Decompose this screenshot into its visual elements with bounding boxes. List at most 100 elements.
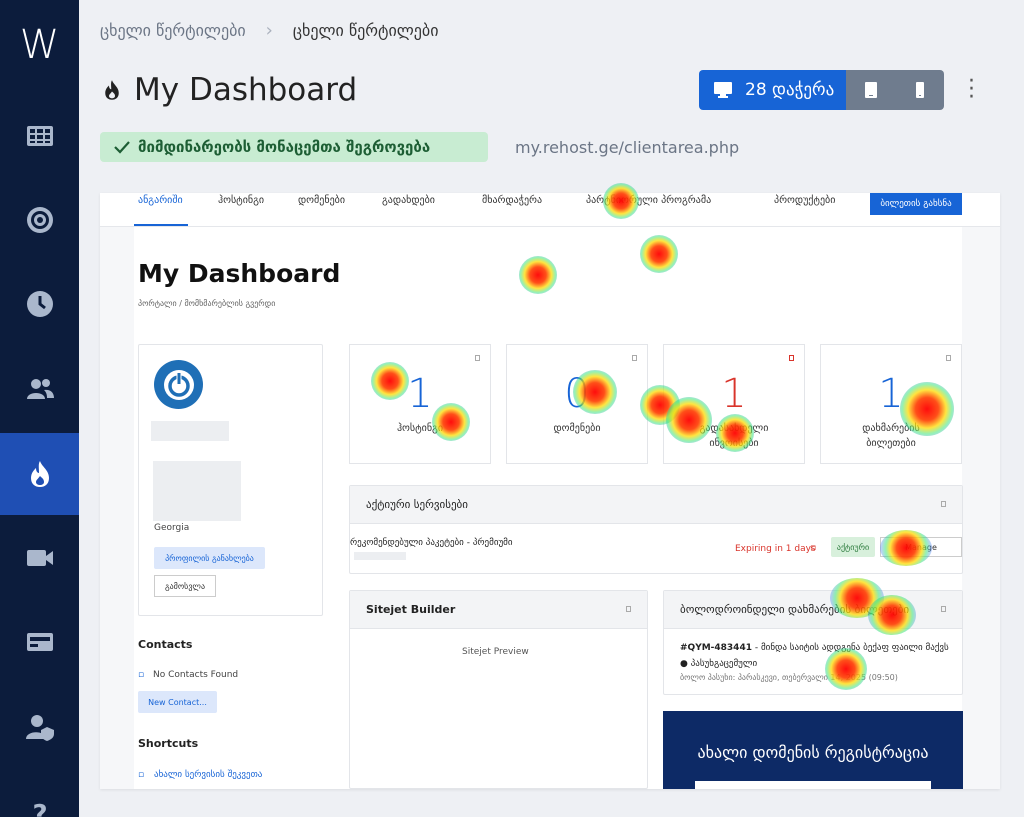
- panel-header: Sitejet Builder: [350, 591, 647, 629]
- expiring-text: Expiring in 1 days: [735, 544, 816, 554]
- profile-card: Georgia პროფილის განახლება გამოსვლა: [138, 344, 323, 616]
- ticket-row[interactable]: #QYM-483441 - მინდა საიტის ადდგენა ბექაფ…: [680, 643, 949, 653]
- user-shield-icon[interactable]: [0, 686, 79, 768]
- active-tab-indicator: [134, 224, 188, 226]
- card-icon[interactable]: [0, 601, 79, 683]
- preview-nav-hosting[interactable]: ჰოსტინგი: [218, 195, 264, 206]
- mobile-device-button[interactable]: [895, 70, 944, 110]
- stat-label: დახმარების ბილეთები: [862, 423, 920, 449]
- preview-nav-affiliate[interactable]: პარტნიორული პროგრამა: [586, 195, 711, 206]
- panel-header: აქტიური სერვისები: [350, 486, 962, 524]
- stat-value: 1: [721, 371, 747, 417]
- sitejet-panel: Sitejet Builder Sitejet Preview: [349, 590, 648, 789]
- shortcuts-title: Shortcuts: [138, 737, 199, 750]
- monitor-icon: [714, 82, 732, 98]
- stat-label: დომენები: [553, 423, 601, 434]
- preview-title: My Dashboard: [138, 259, 341, 288]
- breadcrumb: ცხელი წერტილები › ცხელი წერტილები: [100, 20, 438, 41]
- ticket-last-reply: ბოლო პასუხი: პარასკევი, თებერვალი 14, 20…: [680, 673, 898, 682]
- cart-icon: ▫: [138, 770, 145, 780]
- cube-icon: [941, 501, 946, 507]
- svg-text:?: ?: [32, 800, 47, 817]
- preview-nav-domains[interactable]: დომენები: [298, 195, 345, 206]
- sitejet-preview-image[interactable]: Sitejet Preview: [462, 647, 529, 657]
- power-icon: [154, 360, 203, 409]
- page-title-text: My Dashboard: [134, 72, 358, 108]
- stat-label: გადასახდელი ინვოისები: [699, 423, 769, 449]
- comments-icon: [941, 606, 946, 612]
- invoice-icon: [789, 355, 794, 361]
- status-text: მიმდინარეობს მონაცემთა შეგროვება: [138, 138, 431, 156]
- stat-value: 1: [878, 371, 904, 417]
- box-icon: [475, 355, 480, 361]
- recent-tickets-panel: ბოლოდროინდელი დახმარების ბილეთები #QYM-4…: [663, 590, 963, 695]
- sitejet-title: Sitejet Builder: [366, 603, 456, 616]
- preview-nav-payments[interactable]: გადახდები: [382, 195, 435, 206]
- grid-icon[interactable]: [0, 95, 79, 177]
- update-profile-button[interactable]: პროფილის განახლება: [154, 547, 265, 569]
- panel-header: ბოლოდროინდელი დახმარების ბილეთები: [664, 591, 962, 629]
- order-service-link[interactable]: ახალი სერვისის შეკვეთა: [154, 770, 262, 780]
- new-contact-button[interactable]: New Contact...: [138, 691, 217, 713]
- blurred-name: [151, 421, 229, 441]
- clock-icon[interactable]: [0, 263, 79, 345]
- domain-register-panel: ახალი დომენის რეგისტრაცია: [663, 711, 963, 789]
- stat-card-domains[interactable]: 0 დომენები: [506, 344, 648, 464]
- stat-value: 1: [407, 371, 433, 417]
- ticket-status: პასუხგაცემული: [690, 659, 758, 669]
- logout-button[interactable]: გამოსვლა: [154, 575, 216, 597]
- blurred-domain: [354, 552, 406, 560]
- no-contacts-text: No Contacts Found: [153, 670, 239, 680]
- tablet-icon: [864, 82, 877, 98]
- breadcrumb-current: ცხელი წერტილები: [292, 21, 439, 40]
- video-icon[interactable]: [0, 517, 79, 599]
- help-icon[interactable]: ?: [0, 770, 79, 817]
- desktop-device-button[interactable]: 28 დაჭერა: [699, 70, 846, 110]
- breadcrumb-parent[interactable]: ცხელი წერტილები: [100, 21, 246, 40]
- stat-card-invoices[interactable]: 1 გადასახდელი ინვოისები: [663, 344, 805, 464]
- active-services-title: აქტიური სერვისები: [366, 498, 468, 511]
- stat-card-tickets[interactable]: 1 დახმარების ბილეთები: [820, 344, 962, 464]
- stat-value: 0: [564, 371, 590, 417]
- device-switcher: 28 დაჭერა: [699, 70, 944, 110]
- profile-country: Georgia: [154, 523, 190, 533]
- manage-button[interactable]: Manage: [880, 537, 962, 557]
- flame-icon: [105, 80, 119, 100]
- click-count: 28 დაჭერა: [745, 80, 835, 100]
- service-name[interactable]: რეკომენდებული პაკეტები - პრემიუმი: [350, 538, 513, 548]
- ticket-status-row: ● პასუხგაცემული: [680, 659, 758, 669]
- target-icon[interactable]: [0, 179, 79, 261]
- preview-nav-support[interactable]: მხარდაჭერა: [482, 195, 542, 206]
- users-icon[interactable]: [0, 348, 79, 430]
- open-ticket-button[interactable]: ბილეთის გახსნა: [870, 193, 962, 215]
- stat-card-hosting[interactable]: 1 ჰოსტინგი: [349, 344, 491, 464]
- mobile-icon: [915, 82, 924, 98]
- ticket-subject: - მინდა საიტის ადდგენა ბექაფ ფაილი მაქვს: [751, 643, 949, 653]
- page-url: my.rehost.ge/clientarea.php: [515, 138, 740, 157]
- active-services-panel: აქტიური სერვისები რეკომენდებული პაკეტები…: [349, 485, 963, 574]
- preview-breadcrumb: პორტალი / მომხმარებლის გვერდი: [138, 299, 276, 308]
- preview-nav-products[interactable]: პროდუქტები: [774, 195, 835, 206]
- page-title: My Dashboard: [100, 72, 357, 108]
- check-icon: [114, 141, 130, 154]
- flame-icon[interactable]: [0, 433, 79, 515]
- blurred-address: [153, 461, 241, 521]
- recent-tickets-title: ბოლოდროინდელი დახმარების ბილეთები: [680, 603, 910, 616]
- stat-label: ჰოსტინგი: [396, 423, 444, 434]
- contact-icon: ▫: [138, 670, 145, 680]
- page-preview: ანგარიში ჰოსტინგი დომენები გადახდები მხა…: [100, 193, 1000, 789]
- warning-icon: ▫: [810, 543, 817, 553]
- service-status-badge: აქტიური: [831, 537, 875, 557]
- app-logo[interactable]: W: [0, 22, 79, 68]
- status-badge: მიმდინარეობს მონაცემთა შეგროვება: [100, 132, 488, 162]
- preview-nav-account[interactable]: ანგარიში: [138, 195, 183, 206]
- pencil-icon: [626, 606, 631, 612]
- ticket-icon: [946, 355, 951, 361]
- globe-icon: [632, 355, 637, 361]
- domain-search-input[interactable]: [695, 781, 931, 789]
- tablet-device-button[interactable]: [846, 70, 895, 110]
- preview-nav: ანგარიში ჰოსტინგი დომენები გადახდები მხა…: [100, 193, 1000, 227]
- more-options-icon[interactable]: · · ·: [968, 71, 975, 109]
- chevron-right-icon: ›: [265, 20, 273, 41]
- contacts-title: Contacts: [138, 638, 193, 651]
